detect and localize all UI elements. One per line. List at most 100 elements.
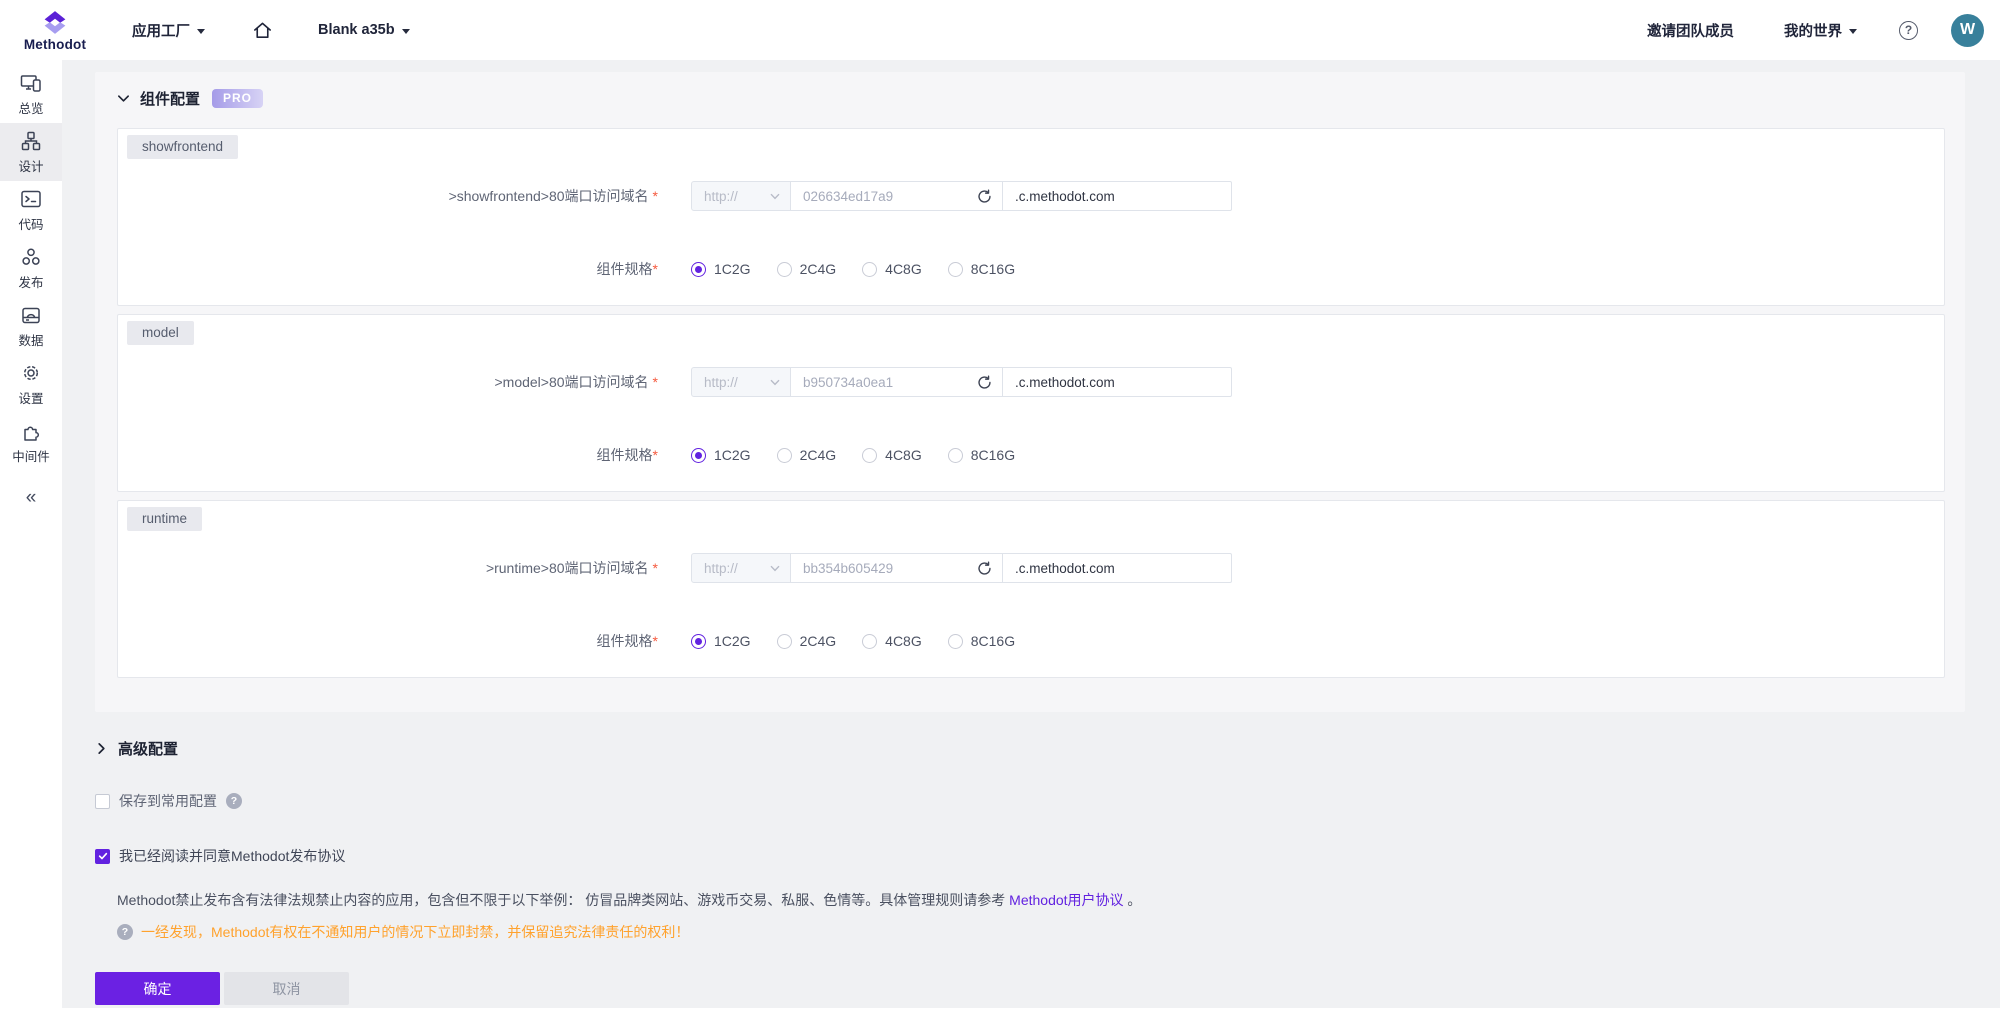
- domain-label: >showfrontend>80端口访问域名*: [118, 186, 658, 206]
- spec-radio-1c2g[interactable]: 1C2G: [691, 261, 751, 277]
- domain-suffix-input[interactable]: .c.methodot.com: [1002, 367, 1232, 397]
- agreement-label: 我已经阅读并同意Methodot发布协议: [119, 846, 345, 866]
- user-agreement-link[interactable]: Methodot用户协议: [1009, 892, 1123, 908]
- component-card-runtime: runtime >runtime>80端口访问域名* http://: [117, 500, 1945, 678]
- spec-radio-8c16g[interactable]: 8C16G: [948, 633, 1015, 649]
- protocol-select[interactable]: http://: [691, 553, 791, 583]
- host-value: bb354b605429: [803, 561, 977, 576]
- refresh-icon[interactable]: [977, 375, 992, 390]
- radio-icon: [948, 448, 963, 463]
- sidebar-item-publish[interactable]: 发布: [0, 239, 62, 297]
- database-icon: [20, 304, 42, 326]
- spec-radio-2c4g[interactable]: 2C4G: [777, 633, 837, 649]
- spec-radio-4c8g[interactable]: 4C8G: [862, 261, 922, 277]
- component-tab: model: [127, 321, 194, 345]
- spec-row: 组件规格* 1C2G 2C4G: [118, 259, 1944, 279]
- required-asterisk: *: [653, 188, 658, 204]
- sidebar-item-overview[interactable]: 总览: [0, 65, 62, 123]
- chevron-down-icon: [770, 565, 780, 572]
- publish-icon: [20, 246, 42, 268]
- domain-host-input[interactable]: 026634ed17a9: [791, 181, 1003, 211]
- agreement-row: 我已经阅读并同意Methodot发布协议: [95, 846, 1965, 866]
- advanced-config-header[interactable]: 高级配置: [95, 738, 1965, 759]
- collapse-icon: «: [26, 487, 37, 508]
- component-tab: showfrontend: [127, 135, 238, 159]
- left-sidebar: 总览 设计 代码 发布: [0, 60, 62, 1026]
- chevron-down-icon: [197, 29, 205, 34]
- sidebar-label: 数据: [18, 330, 43, 349]
- spec-radio-1c2g[interactable]: 1C2G: [691, 447, 751, 463]
- spec-radio-1c2g[interactable]: 1C2G: [691, 633, 751, 649]
- navbar-right: 邀请团队成员 我的世界 ? W: [1647, 14, 2000, 47]
- chevron-down-icon: [770, 193, 780, 200]
- sidebar-item-design[interactable]: 设计: [0, 123, 62, 181]
- my-world-label: 我的世界: [1784, 20, 1842, 41]
- save-common-label: 保存到常用配置: [119, 791, 217, 811]
- protocol-select[interactable]: http://: [691, 367, 791, 397]
- component-config-header[interactable]: 组件配置 PRO: [117, 86, 1945, 110]
- radio-icon: [777, 262, 792, 277]
- domain-host-input[interactable]: bb354b605429: [791, 553, 1003, 583]
- avatar[interactable]: W: [1951, 14, 1984, 47]
- radio-icon: [862, 634, 877, 649]
- chevron-down-icon: [402, 29, 410, 34]
- puzzle-icon: [20, 420, 42, 442]
- help-icon: ?: [117, 924, 133, 940]
- pro-badge: PRO: [212, 89, 263, 108]
- my-world-menu[interactable]: 我的世界: [1784, 20, 1857, 41]
- invite-team-button[interactable]: 邀请团队成员: [1647, 20, 1734, 41]
- policy-warning-row: ? 一经发现，Methodot有权在不通知用户的情况下立即封禁，并保留追究法律责…: [117, 922, 1965, 942]
- spec-radio-2c4g[interactable]: 2C4G: [777, 261, 837, 277]
- protocol-value: http://: [704, 189, 738, 204]
- domain-suffix-input[interactable]: .c.methodot.com: [1002, 181, 1232, 211]
- policy-text: Methodot禁止发布含有法律法规禁止内容的应用，包含但不限于以下举例： 仿冒…: [117, 890, 1965, 910]
- methodot-logo[interactable]: Methodot: [18, 9, 92, 52]
- protocol-select[interactable]: http://: [691, 181, 791, 211]
- sidebar-label: 设计: [18, 156, 43, 175]
- domain-row: >runtime>80端口访问域名* http:// bb354b605429: [118, 553, 1944, 583]
- sidebar-label: 设置: [18, 388, 43, 407]
- sidebar-item-middleware[interactable]: 中间件: [0, 413, 62, 471]
- help-icon[interactable]: ?: [1899, 21, 1918, 40]
- help-icon[interactable]: ?: [226, 793, 242, 809]
- radio-icon: [862, 448, 877, 463]
- save-common-checkbox[interactable]: [95, 794, 110, 809]
- app-factory-menu[interactable]: 应用工厂: [132, 20, 205, 41]
- protocol-value: http://: [704, 561, 738, 576]
- app-name-menu[interactable]: Blank a35b: [318, 22, 410, 38]
- sidebar-item-data[interactable]: 数据: [0, 297, 62, 355]
- sidebar-item-code[interactable]: 代码: [0, 181, 62, 239]
- spec-radio-4c8g[interactable]: 4C8G: [862, 633, 922, 649]
- spec-radio-8c16g[interactable]: 8C16G: [948, 261, 1015, 277]
- sidebar-collapse-button[interactable]: «: [0, 487, 62, 509]
- spec-radio-2c4g[interactable]: 2C4G: [777, 447, 837, 463]
- spec-radio-8c16g[interactable]: 8C16G: [948, 447, 1015, 463]
- spec-radio-4c8g[interactable]: 4C8G: [862, 447, 922, 463]
- sidebar-label: 中间件: [12, 446, 50, 465]
- top-navbar: Methodot 应用工厂 Blank a35b 邀请团队成员 我的世界 ? W: [0, 0, 2000, 60]
- component-tab: runtime: [127, 507, 202, 531]
- sidebar-item-settings[interactable]: 设置: [0, 355, 62, 413]
- domain-suffix-value: .c.methodot.com: [1015, 375, 1115, 390]
- design-icon: [20, 130, 42, 152]
- section-title: 组件配置: [140, 88, 200, 109]
- domain-suffix-input[interactable]: .c.methodot.com: [1002, 553, 1232, 583]
- methodot-logo-icon: [39, 9, 71, 36]
- domain-label: >runtime>80端口访问域名*: [118, 558, 658, 578]
- refresh-icon[interactable]: [977, 189, 992, 204]
- confirm-button[interactable]: 确定: [95, 972, 220, 1005]
- radio-icon: [948, 634, 963, 649]
- devices-icon: [20, 72, 42, 94]
- cancel-button[interactable]: 取消: [224, 972, 349, 1005]
- policy-warning-text: 一经发现，Methodot有权在不通知用户的情况下立即封禁，并保留追究法律责任的…: [141, 922, 689, 942]
- action-buttons: 确定 取消: [95, 972, 1965, 1005]
- agreement-checkbox[interactable]: [95, 849, 110, 864]
- radio-selected-icon: [691, 634, 706, 649]
- check-icon: [98, 851, 108, 861]
- home-button[interactable]: [251, 19, 274, 42]
- spec-label: 组件规格*: [118, 631, 658, 651]
- protocol-value: http://: [704, 375, 738, 390]
- component-config-panel: 组件配置 PRO showfrontend >showfrontend>80端口…: [95, 72, 1965, 712]
- refresh-icon[interactable]: [977, 561, 992, 576]
- domain-host-input[interactable]: b950734a0ea1: [791, 367, 1003, 397]
